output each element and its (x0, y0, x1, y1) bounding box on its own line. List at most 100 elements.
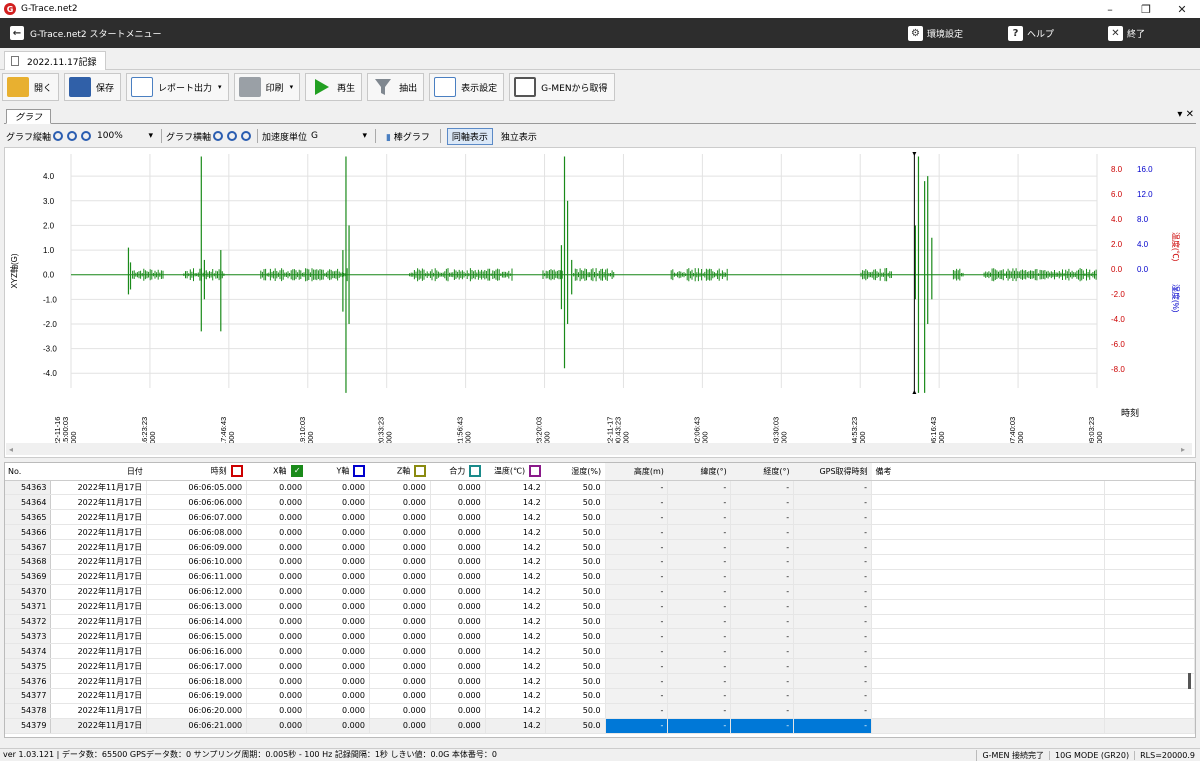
cell-date[interactable]: 2022年11月17日 (50, 599, 148, 615)
y-zoom-select[interactable]: 100% ▾ (97, 129, 153, 143)
cell-x[interactable]: 0.000 (246, 628, 308, 645)
cell-date[interactable]: 2022年11月17日 (50, 524, 148, 541)
cell-alt[interactable]: - (605, 524, 669, 541)
cell-sum[interactable]: 0.000 (430, 569, 486, 585)
x-zoom-out-icon[interactable] (227, 131, 238, 141)
cell-z[interactable]: 0.000 (369, 718, 431, 734)
cell-alt[interactable]: - (605, 480, 669, 496)
cell-time[interactable]: 06:06:10.000 (146, 554, 248, 570)
cell-sum[interactable]: 0.000 (430, 494, 486, 511)
cell-x[interactable]: 0.000 (246, 643, 308, 660)
table-row[interactable]: 54367 2022年11月17日 06:06:09.000 0.000 0.000 0.… (5, 539, 1195, 555)
cell-no[interactable]: 54371 (5, 599, 52, 615)
col-y[interactable]: Y軸 (306, 463, 370, 481)
cell-alt[interactable]: - (605, 599, 669, 615)
report-button[interactable]: レポート出力 ▾ (126, 73, 229, 101)
table-row[interactable]: 54375 2022年11月17日 06:06:17.000 0.000 0.000 0.… (5, 658, 1195, 675)
col-temp[interactable]: 温度(℃) (485, 463, 546, 481)
start-menu-button[interactable]: ← G-Trace.net2 スタートメニュー (10, 26, 162, 40)
cell-z[interactable]: 0.000 (369, 643, 431, 660)
table-row[interactable]: 54373 2022年11月17日 06:06:15.000 0.000 0.000 0.… (5, 628, 1195, 645)
cell-sum[interactable]: 0.000 (430, 673, 486, 689)
cell-sum[interactable]: 0.000 (430, 554, 486, 570)
cell-gps_time[interactable]: - (793, 628, 873, 645)
cell-y[interactable]: 0.000 (306, 599, 370, 615)
cell-lat[interactable]: - (667, 614, 732, 630)
cell-note[interactable] (871, 539, 1106, 555)
print-dropdown-icon[interactable]: ▾ (290, 83, 294, 91)
cell-note[interactable] (871, 494, 1106, 511)
cell-no[interactable]: 54364 (5, 494, 52, 511)
cell-note[interactable] (871, 718, 1106, 734)
cell-lng[interactable]: - (730, 614, 795, 630)
cell-gps_time[interactable]: - (793, 480, 873, 496)
cell-x[interactable]: 0.000 (246, 539, 308, 555)
cell-gps_time[interactable]: - (793, 524, 873, 541)
cell-gps_time[interactable]: - (793, 569, 873, 585)
cell-date[interactable]: 2022年11月17日 (50, 569, 148, 585)
cell-time[interactable]: 06:06:19.000 (146, 688, 248, 704)
cell-time[interactable]: 06:06:17.000 (146, 658, 248, 675)
cell-humid[interactable]: 50.0 (545, 688, 606, 704)
cell-date[interactable]: 2022年11月17日 (50, 480, 148, 496)
cell-gps_time[interactable]: - (793, 688, 873, 704)
cell-humid[interactable]: 50.0 (545, 703, 606, 719)
cell-gps_time[interactable]: - (793, 539, 873, 555)
col-z[interactable]: Z軸 (369, 463, 431, 481)
cell-lng[interactable]: - (730, 509, 795, 526)
cell-no[interactable]: 54365 (5, 509, 52, 526)
col-alt[interactable]: 高度(m) (605, 463, 668, 481)
table-row[interactable]: 54374 2022年11月17日 06:06:16.000 0.000 0.000 0.… (5, 643, 1195, 660)
panel-menu-icon[interactable]: ▾ (1177, 109, 1182, 120)
cell-z[interactable]: 0.000 (369, 628, 431, 645)
cell-note[interactable] (871, 614, 1106, 630)
cell-temp[interactable]: 14.2 (485, 584, 546, 600)
cell-lng[interactable]: - (730, 584, 795, 600)
cell-x[interactable]: 0.000 (246, 509, 308, 526)
cell-sum[interactable]: 0.000 (430, 718, 486, 734)
cell-sum[interactable]: 0.000 (430, 658, 486, 675)
cell-z[interactable]: 0.000 (369, 673, 431, 689)
cell-note[interactable] (871, 673, 1106, 689)
cell-y[interactable]: 0.000 (306, 658, 370, 675)
cell-temp[interactable]: 14.2 (485, 703, 546, 719)
z-series-checkbox[interactable] (414, 465, 427, 478)
cell-humid[interactable]: 50.0 (545, 628, 606, 645)
cell-alt[interactable]: - (605, 494, 669, 511)
cell-time[interactable]: 06:06:09.000 (146, 539, 248, 555)
cell-lng[interactable]: - (730, 599, 795, 615)
cell-date[interactable]: 2022年11月17日 (50, 494, 148, 511)
cell-no[interactable]: 54369 (5, 569, 52, 585)
cell-time[interactable]: 06:06:16.000 (146, 643, 248, 660)
cell-lng[interactable]: - (730, 494, 795, 511)
cell-temp[interactable]: 14.2 (485, 480, 546, 496)
display-settings-button[interactable]: 表示設定 (429, 73, 505, 101)
col-lng[interactable]: 経度(°) (730, 463, 794, 481)
cell-lat[interactable]: - (667, 584, 732, 600)
cell-humid[interactable]: 50.0 (545, 658, 606, 675)
cell-time[interactable]: 06:06:07.000 (146, 509, 248, 526)
cell-temp[interactable]: 14.2 (485, 569, 546, 585)
col-gps-time[interactable]: GPS取得時刻 (793, 463, 872, 481)
col-no[interactable]: No. (5, 463, 51, 481)
cell-x[interactable]: 0.000 (246, 480, 308, 496)
cell-sum[interactable]: 0.000 (430, 643, 486, 660)
cell-y[interactable]: 0.000 (306, 688, 370, 704)
cell-no[interactable]: 54363 (5, 480, 52, 496)
cell-time[interactable]: 06:06:18.000 (146, 673, 248, 689)
cell-note[interactable] (871, 569, 1106, 585)
cell-temp[interactable]: 14.2 (485, 718, 546, 734)
cell-z[interactable]: 0.000 (369, 688, 431, 704)
cell-no[interactable]: 54377 (5, 688, 52, 704)
cell-lat[interactable]: - (667, 673, 732, 689)
cell-date[interactable]: 2022年11月17日 (50, 614, 148, 630)
report-dropdown-icon[interactable]: ▾ (218, 83, 222, 91)
cell-z[interactable]: 0.000 (369, 554, 431, 570)
cell-note[interactable] (871, 688, 1106, 704)
cell-sum[interactable]: 0.000 (430, 628, 486, 645)
cell-date[interactable]: 2022年11月17日 (50, 673, 148, 689)
table-row[interactable]: 54376 2022年11月17日 06:06:18.000 0.000 0.000 0.… (5, 673, 1195, 689)
cell-z[interactable]: 0.000 (369, 569, 431, 585)
cell-z[interactable]: 0.000 (369, 703, 431, 719)
cell-lat[interactable]: - (667, 539, 732, 555)
